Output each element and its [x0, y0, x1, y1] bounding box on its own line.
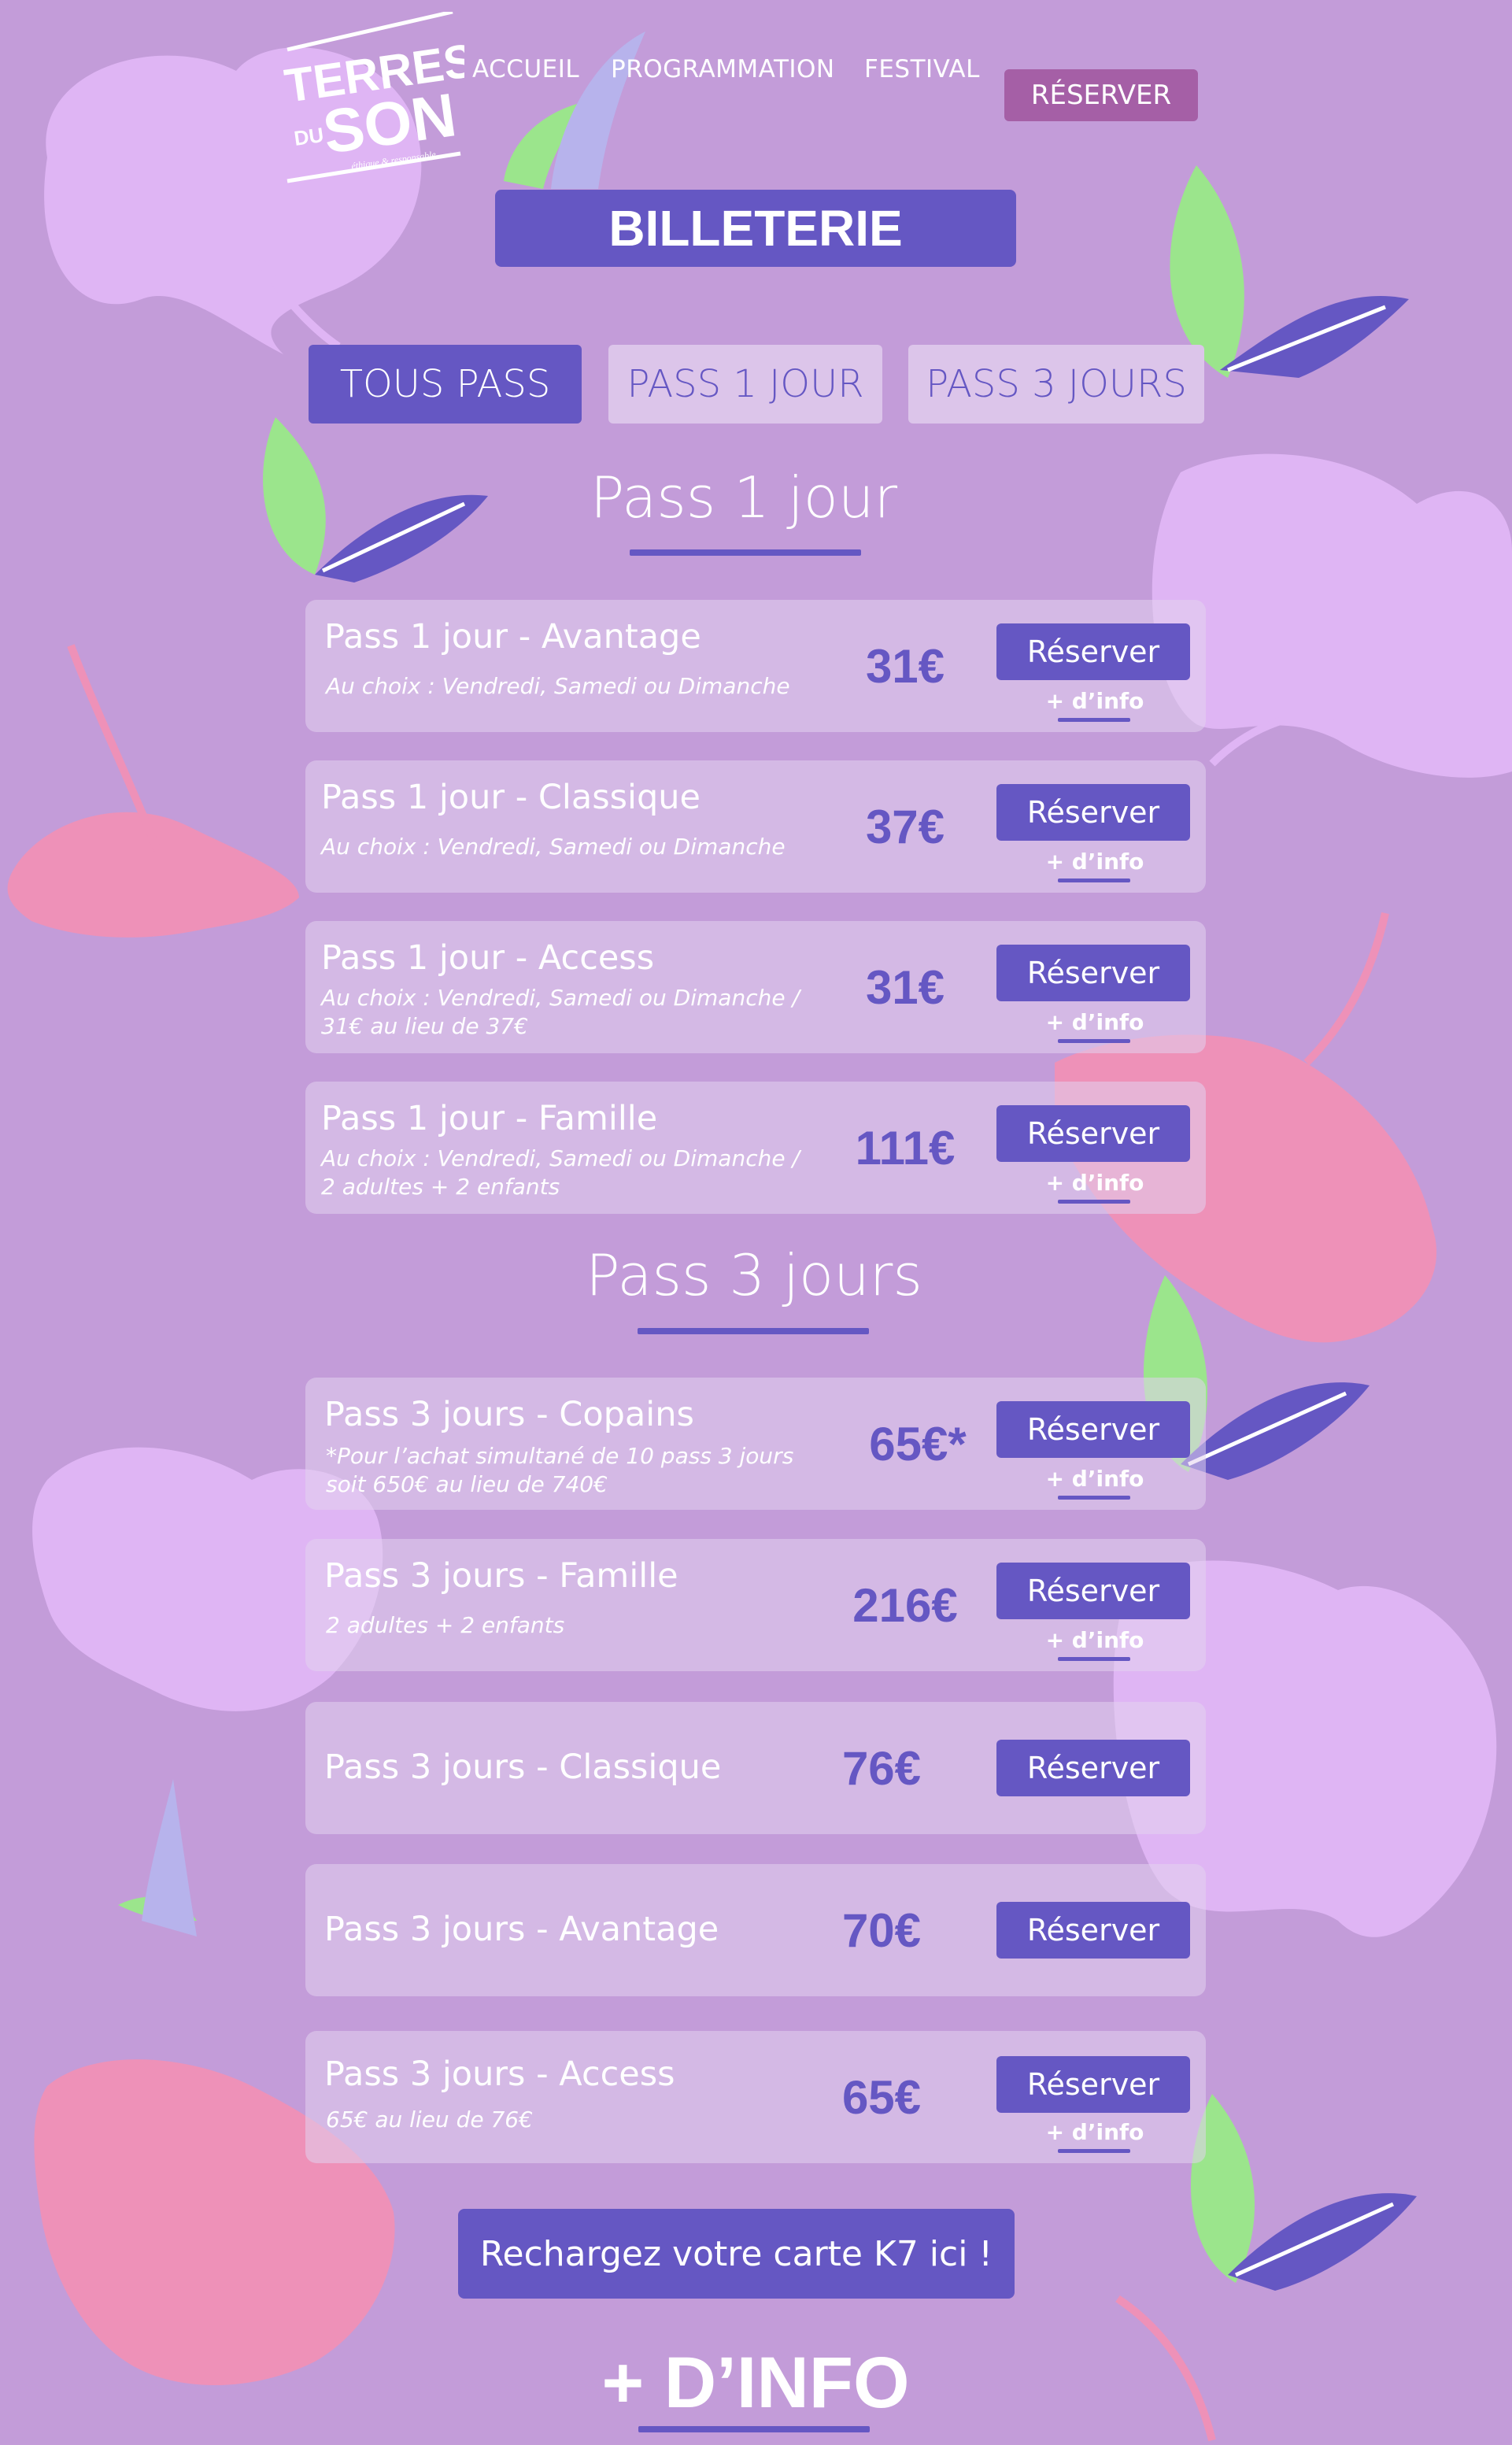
ticket-price: 65€* [869, 1418, 967, 1470]
ticket-name: Pass 3 jours - Classique [324, 1748, 722, 1787]
section-underline [630, 549, 861, 556]
ticket-description: Au choix : Vendredi, Samedi ou Dimanche … [321, 1145, 800, 1200]
ticket-description: *Pour l’achat simultané de 10 pass 3 jou… [326, 1443, 794, 1497]
ticket-card: Pass 3 jours - Copains *Pour l’achat sim… [305, 1378, 1206, 1510]
section-title-pass-1-jour: Pass 1 jour [590, 464, 898, 531]
ginkgo-leaf-decoration [1152, 453, 1512, 778]
ticket-price: 65€ [841, 2071, 922, 2124]
ticket-description: Au choix : Vendredi, Samedi ou Dimanche [321, 834, 786, 860]
ticket-name: Pass 1 jour - Famille [321, 1099, 658, 1138]
section-underline [638, 1328, 869, 1334]
more-info-link[interactable]: + d’info [1044, 688, 1146, 714]
reserver-button[interactable]: Réserver [996, 1401, 1190, 1458]
ticket-price: 216€ [852, 1579, 958, 1632]
recharge-k7-button[interactable]: Rechargez votre carte K7 ici ! [458, 2209, 1015, 2299]
ticket-card: Pass 3 jours - Famille 2 adultes + 2 enf… [305, 1539, 1206, 1671]
ticket-name: Pass 3 jours - Copains [324, 1395, 694, 1434]
ticket-name: Pass 1 jour - Avantage [324, 617, 701, 657]
nav-festival[interactable]: FESTIVAL [864, 55, 980, 83]
tab-pass-1-jour[interactable]: PASS 1 JOUR [608, 345, 882, 424]
ticket-name: Pass 1 jour - Classique [321, 778, 701, 817]
nav-reserver-button[interactable]: RÉSERVER [1004, 69, 1198, 121]
more-info-link[interactable]: + d’info [1044, 1627, 1146, 1653]
tab-tous-pass[interactable]: TOUS PASS [309, 345, 582, 424]
ticket-price: 37€ [865, 801, 945, 853]
more-info-underline [638, 2426, 870, 2432]
ticket-card: Pass 3 jours - Access 65€ au lieu de 76€… [305, 2031, 1206, 2163]
reserver-button[interactable]: Réserver [996, 2056, 1190, 2113]
ticket-name: Pass 3 jours - Famille [324, 1556, 678, 1596]
more-info-link[interactable]: + d’info [1044, 1170, 1146, 1196]
more-info-underline [1058, 1200, 1130, 1204]
more-info-underline [1058, 878, 1130, 882]
ticket-card: Pass 1 jour - Access Au choix : Vendredi… [305, 921, 1206, 1053]
ticket-card: Pass 1 jour - Famille Au choix : Vendred… [305, 1082, 1206, 1214]
ticket-description: Au choix : Vendredi, Samedi ou Dimanche … [321, 985, 800, 1039]
more-info-link[interactable]: + d’info [1044, 1009, 1146, 1035]
more-info-underline [1058, 1039, 1130, 1043]
more-info-underline [1058, 718, 1130, 722]
more-info-link[interactable]: + d’info [1044, 849, 1146, 875]
more-info-underline [1058, 2149, 1130, 2153]
ticket-description: 2 adultes + 2 enfants [326, 1612, 565, 1638]
reserver-button[interactable]: Réserver [996, 784, 1190, 841]
ticket-card: Pass 3 jours - Avantage 70€ Réserver [305, 1864, 1206, 1996]
more-info-heading[interactable]: + D’INFO [543, 2342, 968, 2425]
reserver-button[interactable]: Réserver [996, 1105, 1190, 1162]
reserver-button[interactable]: Réserver [996, 1563, 1190, 1619]
ticket-price: 31€ [865, 640, 945, 693]
reserver-button[interactable]: Réserver [996, 1902, 1190, 1959]
more-info-underline [1058, 1496, 1130, 1500]
ticket-description: Au choix : Vendredi, Samedi ou Dimanche [326, 673, 790, 699]
ticket-name: Pass 3 jours - Avantage [324, 1910, 719, 1949]
svg-text:DU: DU [293, 123, 325, 150]
leaf-pair-decoration [1170, 165, 1409, 378]
ticket-name: Pass 1 jour - Access [321, 938, 655, 978]
ginkgo-leaf-decoration [7, 812, 299, 938]
ticket-price: 70€ [841, 1904, 922, 1957]
ticket-card: Pass 3 jours - Classique 76€ Réserver [305, 1702, 1206, 1834]
ticket-price: 31€ [865, 961, 945, 1014]
more-info-link[interactable]: + d’info [1044, 2119, 1146, 2145]
nav-programmation[interactable]: PROGRAMMATION [611, 55, 835, 83]
leaf-pair-decoration [263, 417, 488, 583]
reserver-button[interactable]: Réserver [996, 945, 1190, 1001]
terres-du-son-logo[interactable]: TERRES DU SON éthique & responsable [279, 12, 464, 185]
ticket-price: 111€ [855, 1122, 956, 1174]
ticket-card: Pass 1 jour - Classique Au choix : Vendr… [305, 760, 1206, 893]
section-title-pass-3-jours: Pass 3 jours [586, 1242, 922, 1308]
ticket-price: 76€ [841, 1742, 922, 1795]
leaf-pair-decoration [1190, 2094, 1417, 2291]
reserver-button[interactable]: Réserver [996, 1740, 1190, 1796]
ticket-description: 65€ au lieu de 76€ [326, 2107, 533, 2132]
more-info-underline [1058, 1657, 1130, 1661]
ticket-card: Pass 1 jour - Avantage Au choix : Vendre… [305, 600, 1206, 732]
ticket-name: Pass 3 jours - Access [324, 2055, 675, 2094]
tab-pass-3-jours[interactable]: PASS 3 JOURS [908, 345, 1204, 424]
page-title: BILLETERIE [495, 190, 1016, 267]
reserver-button[interactable]: Réserver [996, 623, 1190, 680]
nav-accueil[interactable]: ACCUEIL [472, 55, 579, 83]
more-info-link[interactable]: + d’info [1044, 1466, 1146, 1492]
